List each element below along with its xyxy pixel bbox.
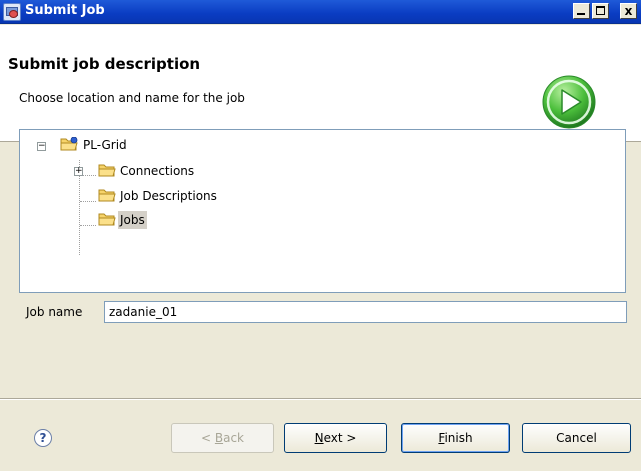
job-name-label: Job name — [26, 305, 83, 319]
window-title: Submit Job — [25, 3, 105, 18]
tree-item-label: Connections — [120, 164, 195, 178]
minimize-icon — [577, 13, 585, 15]
app-icon — [3, 3, 21, 21]
wizard-header: Submit job description Choose location a… — [0, 25, 641, 142]
finish-button[interactable]: Finish — [401, 423, 510, 453]
folder-icon — [98, 164, 116, 177]
next-button-label: Next > — [314, 431, 357, 445]
page-description: Choose location and name for the job — [19, 91, 245, 105]
back-button[interactable]: < Back — [171, 423, 274, 453]
maximize-button[interactable] — [592, 3, 609, 19]
page-title: Submit job description — [8, 55, 201, 73]
submit-job-dialog: Submit Job x Submit job description Choo… — [0, 0, 641, 471]
folder-icon — [98, 189, 116, 202]
folder-icon — [98, 213, 116, 226]
maximize-icon — [596, 6, 605, 15]
minimize-button[interactable] — [573, 3, 590, 19]
tree-item-pl-grid[interactable]: − PL-Grid — [20, 136, 320, 156]
tree-item-label: Jobs — [118, 211, 147, 229]
expand-toggle[interactable]: + — [74, 167, 83, 176]
help-icon: ? — [39, 431, 47, 445]
help-button[interactable]: ? — [34, 429, 52, 447]
finish-button-label: Finish — [438, 431, 473, 445]
tree-item-label: Job Descriptions — [120, 189, 217, 203]
cancel-button[interactable]: Cancel — [522, 423, 631, 453]
location-tree[interactable]: − PL-Grid + Connections Job Descriptions… — [19, 129, 626, 293]
back-button-label: < Back — [200, 431, 244, 445]
tree-item-label: PL-Grid — [83, 138, 127, 152]
next-button[interactable]: Next > — [284, 423, 387, 453]
close-icon: x — [624, 4, 633, 18]
title-bar[interactable]: Submit Job x — [0, 0, 641, 24]
footer-divider — [0, 398, 641, 400]
tree-item-connections[interactable]: + Connections — [20, 162, 320, 182]
tree-item-jobs[interactable]: Jobs — [20, 211, 320, 231]
cancel-button-label: Cancel — [556, 431, 597, 445]
project-folder-icon — [60, 137, 78, 151]
close-button[interactable]: x — [620, 3, 637, 19]
job-name-input[interactable] — [104, 301, 627, 323]
run-play-icon — [542, 75, 596, 129]
collapse-toggle[interactable]: − — [37, 142, 46, 151]
tree-item-job-descriptions[interactable]: Job Descriptions — [20, 187, 320, 207]
